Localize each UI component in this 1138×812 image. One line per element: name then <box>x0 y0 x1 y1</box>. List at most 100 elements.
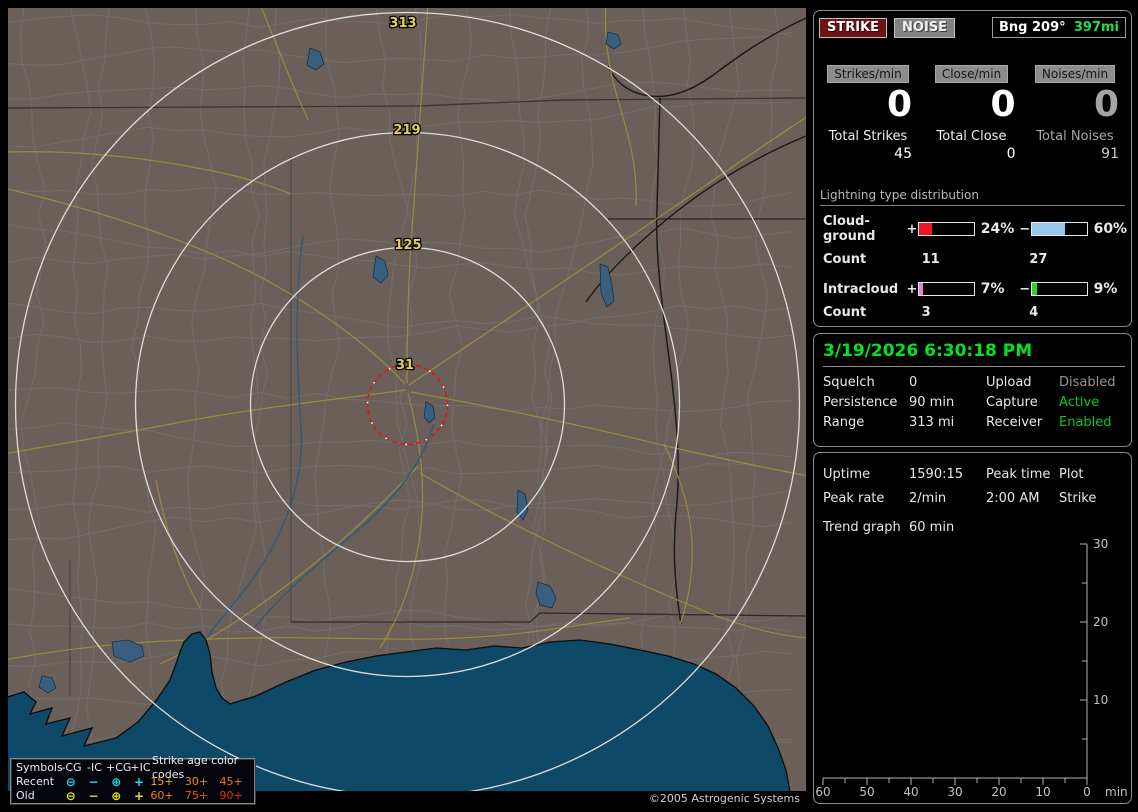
close-per-min-button[interactable]: Close/min <box>934 65 1009 83</box>
ic-minus-bar <box>1031 282 1088 296</box>
total-strikes-label: Total Strikes <box>828 129 908 144</box>
cg-plus-count: 11 <box>921 252 940 267</box>
datetime-display: 3/19/2026 6:30:18 PM <box>823 341 1125 367</box>
strikes-per-min-value: 0 <box>886 84 912 125</box>
age-45: 45+ <box>219 775 243 788</box>
svg-text:30: 30 <box>947 785 962 799</box>
cg-plus-sign: + <box>906 221 918 237</box>
squelch-label: Squelch <box>823 375 875 390</box>
svg-text:60: 60 <box>815 785 830 799</box>
strike-mode-button[interactable]: STRIKE <box>819 17 888 38</box>
svg-text:50: 50 <box>859 785 874 799</box>
range-value: 313 mi <box>909 415 955 430</box>
bearing-value: Bng 209° <box>999 20 1066 35</box>
capture-label: Capture <box>986 395 1038 410</box>
pos-ic-recent-icon: + <box>133 775 144 789</box>
neg-ic-old-icon: − <box>88 789 99 803</box>
ic-plus-sign: + <box>906 281 918 297</box>
noise-mode-button[interactable]: NOISE <box>894 17 956 38</box>
svg-text:40: 40 <box>903 785 918 799</box>
distribution-header: Lightning type distribution <box>820 188 1125 206</box>
total-noises-label: Total Noises <box>1036 129 1114 144</box>
neg-ic-recent-icon: − <box>88 775 99 789</box>
trend-graph: 10 20 30 60 50 40 30 20 10 0 min <box>815 537 1128 799</box>
noises-per-min-button[interactable]: Noises/min <box>1034 65 1116 83</box>
svg-text:0: 0 <box>1083 785 1091 799</box>
total-close-label: Total Close <box>936 129 1007 144</box>
cg-count-label: Count <box>823 252 867 267</box>
cg-plus-bar <box>918 222 975 236</box>
status-panel: 3/19/2026 6:30:18 PM Squelch 0 Upload Di… <box>813 333 1132 447</box>
pos-ic-old-icon: + <box>133 789 144 803</box>
cg-minus-bar <box>1031 222 1088 236</box>
legend-col-pcg: +CG <box>106 761 132 774</box>
ic-minus-pct: 9% <box>1093 281 1118 297</box>
legend-col-ncg: -CG <box>61 761 82 774</box>
receiver-status: Enabled <box>1059 415 1112 430</box>
intracloud-label: Intracloud <box>823 281 899 297</box>
legend-recent-label: Recent <box>16 775 55 788</box>
close-column: Close/min 0 Total Close 0 <box>924 63 1020 162</box>
rate-columns: Strikes/min 0 Total Strikes 45 Close/min… <box>820 63 1123 162</box>
svg-text:20: 20 <box>991 785 1006 799</box>
squelch-value: 0 <box>909 375 918 390</box>
cg-minus-count: 27 <box>1029 252 1048 267</box>
ring-label-125: 125 <box>394 238 421 253</box>
persistence-row: Persistence 90 min Capture Active <box>814 393 1131 413</box>
total-noises-value: 91 <box>1101 146 1119 162</box>
cg-minus-sign: − <box>1019 221 1031 237</box>
cg-plus-pct: 24% <box>980 221 1015 237</box>
range-label: Range <box>823 415 865 430</box>
bearing-readout: Bng 209° 397mi <box>992 17 1126 38</box>
upload-status: Disabled <box>1059 375 1116 390</box>
neg-cg-old-icon: ⊖ <box>65 789 76 803</box>
ring-label-313: 313 <box>389 16 416 31</box>
legend-col-nic: -IC <box>87 761 102 774</box>
nexstorm-app: { "map": { "ring_labels": { "r313": "313… <box>0 0 1138 812</box>
age-90: 90+ <box>219 789 243 802</box>
persistence-label: Persistence <box>823 395 898 410</box>
squelch-row: Squelch 0 Upload Disabled <box>814 373 1131 393</box>
noises-per-min-value: 0 <box>1093 84 1119 125</box>
cloud-ground-label: Cloud-ground <box>823 214 876 244</box>
age-75: 75+ <box>184 789 209 802</box>
ic-plus-bar <box>918 282 975 296</box>
neg-cg-recent-icon: ⊖ <box>65 775 76 789</box>
legend-col-pic: +IC <box>130 761 151 774</box>
cloud-ground-row: Cloud-ground + 24% − 60% <box>823 214 1131 244</box>
ic-plus-count: 3 <box>921 305 931 320</box>
age-60: 60+ <box>150 789 174 802</box>
noises-column: Noises/min 0 Total Noises 91 <box>1027 63 1123 162</box>
ic-count-label: Count <box>823 305 867 320</box>
total-strikes-value: 45 <box>894 146 912 162</box>
capture-status: Active <box>1059 395 1100 410</box>
legend-symbols-header: Symbols <box>16 761 63 774</box>
stats-panel: STRIKE NOISE Bng 209° 397mi Strikes/min … <box>813 10 1132 327</box>
svg-text:30: 30 <box>1093 537 1108 551</box>
upload-label: Upload <box>986 375 1032 390</box>
receiver-label: Receiver <box>986 415 1043 430</box>
pos-cg-recent-icon: ⊕ <box>111 775 122 789</box>
strikes-per-min-button[interactable]: Strikes/min <box>827 65 909 83</box>
trend-panel: Uptime 1590:15 Peak time Plot Peak rate … <box>813 452 1132 804</box>
svg-text:min: min <box>1105 785 1128 799</box>
ic-minus-sign: − <box>1019 281 1031 297</box>
age-15: 15+ <box>150 775 174 788</box>
close-per-min-value: 0 <box>990 84 1016 125</box>
intracloud-count-row: Count 3 4 <box>823 305 1131 320</box>
intracloud-row: Intracloud + 7% − 9% <box>823 281 1131 297</box>
legend-old-row: Old ⊖ − ⊕ + 60+ 75+ 90+ <box>16 789 254 803</box>
svg-text:20: 20 <box>1093 615 1108 629</box>
cg-minus-pct: 60% <box>1093 221 1128 237</box>
ic-plus-pct: 7% <box>980 281 1005 297</box>
pos-cg-old-icon: ⊕ <box>111 789 122 803</box>
map-svg[interactable]: 313 219 125 31 <box>8 8 806 791</box>
svg-text:10: 10 <box>1035 785 1050 799</box>
cloud-ground-count-row: Count 11 27 <box>823 252 1131 267</box>
persistence-value: 90 min <box>909 395 955 410</box>
distance-value: 397mi <box>1073 20 1119 35</box>
mode-button-row: STRIKE NOISE Bng 209° 397mi <box>819 17 1126 38</box>
ring-label-219: 219 <box>393 123 420 138</box>
symbol-legend: Symbols -CG -IC +CG +IC Strike age color… <box>10 754 256 805</box>
strike-map[interactable]: 313 219 125 31 ©2005 Astrogenic Systems … <box>8 8 806 805</box>
